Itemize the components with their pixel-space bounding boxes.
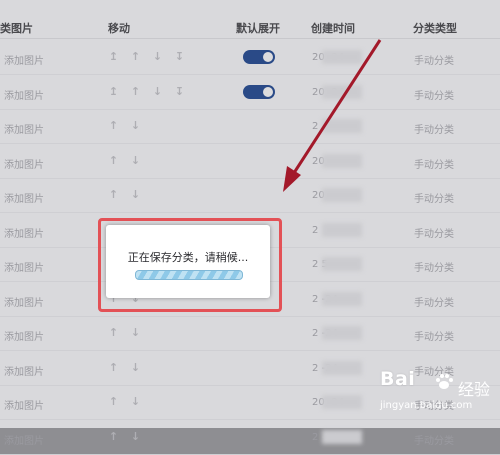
move-down-icon[interactable]: ↓ (130, 430, 141, 443)
paw-icon (436, 374, 453, 389)
add-image-link[interactable]: 添加图片 (4, 397, 44, 412)
add-image-link[interactable]: 添加图片 (4, 294, 44, 309)
move-controls: ↑↓ (108, 361, 152, 374)
category-type: 手动分类 (414, 194, 454, 205)
redacted-date (322, 188, 362, 202)
move-controls: ↑↓ (108, 430, 152, 443)
redacted-date (322, 50, 362, 64)
table-row: 添加图片↑↓2 -24手动分类 (0, 316, 500, 351)
add-image-link[interactable]: 添加图片 (4, 363, 44, 378)
add-image-link[interactable]: 添加图片 (4, 121, 44, 136)
move-down-icon[interactable]: ↓ (130, 188, 141, 201)
move-down-icon[interactable]: ↓ (152, 50, 163, 63)
default-expand-toggle[interactable] (243, 50, 275, 64)
progress-bar (135, 270, 243, 280)
add-image-link[interactable]: 添加图片 (4, 328, 44, 343)
table-header: 类图片 移动 默认展开 创建时间 分类类型 (0, 0, 500, 39)
redacted-date (322, 429, 362, 444)
category-type: 手动分类 (414, 56, 454, 67)
move-up-icon[interactable]: ↑ (108, 395, 119, 408)
category-type: 手动分类 (414, 435, 454, 447)
move-controls: ↥ ↑ ↓ ↧ (108, 85, 196, 98)
redacted-date (322, 84, 362, 99)
move-up-icon[interactable]: ↑ (108, 326, 119, 339)
redacted-date (322, 257, 362, 271)
move-up-icon[interactable]: ↑ (130, 50, 141, 63)
move-up-icon[interactable]: ↑ (108, 119, 119, 132)
category-type: 手动分类 (414, 90, 454, 102)
redacted-date (322, 119, 362, 133)
move-bottom-icon[interactable]: ↧ (174, 85, 185, 98)
default-expand-toggle[interactable] (243, 84, 275, 99)
category-type: 手动分类 (414, 263, 454, 274)
header-created: 创建时间 (311, 22, 355, 35)
add-image-link[interactable]: 添加图片 (4, 190, 44, 205)
header-type: 分类类型 (413, 22, 457, 35)
category-type: 手动分类 (414, 125, 454, 136)
category-table: 类图片 移动 默认展开 创建时间 分类类型 添加图片↥↑↓↧20 -24手动分类… (0, 0, 500, 455)
add-image-link[interactable]: 添加图片 (4, 156, 44, 171)
move-up-icon[interactable]: ↑ (108, 361, 119, 374)
baidu-watermark: Bai 经验 jingyan.baidu.com (380, 368, 500, 428)
watermark-logo-suffix: 经验 (458, 380, 491, 399)
move-controls: ↑↓ (108, 119, 152, 132)
saving-dialog: 正在保存分类，请稍候... (106, 225, 270, 298)
category-type: 手动分类 (414, 228, 454, 240)
move-down-icon[interactable]: ↓ (130, 361, 141, 374)
move-down-icon[interactable]: ↓ (130, 154, 141, 167)
add-image-link[interactable]: 添加图片 (4, 52, 44, 67)
table-row: 添加图片↥↑↓↧20 -24手动分类 (0, 40, 500, 75)
move-top-icon[interactable]: ↥ (108, 50, 119, 63)
created-time: 2 (312, 224, 319, 236)
saving-message: 正在保存分类，请稍候... (127, 251, 249, 264)
watermark-url: jingyan.baidu.com (380, 400, 473, 411)
move-down-icon[interactable]: ↓ (152, 85, 163, 98)
created-time: 2 (312, 121, 319, 132)
table-row: 添加图片↑↓2手动分类 (0, 109, 500, 144)
category-type: 手动分类 (414, 332, 454, 343)
add-image-link[interactable]: 添加图片 (4, 87, 44, 102)
move-bottom-icon[interactable]: ↧ (174, 50, 185, 63)
category-type: 手动分类 (414, 297, 454, 309)
toggle-knob (263, 86, 273, 97)
move-down-icon[interactable]: ↓ (130, 119, 141, 132)
redacted-date (322, 360, 362, 375)
redacted-date (322, 326, 362, 340)
move-controls: ↑↓ (108, 395, 152, 408)
header-move: 移动 (108, 22, 130, 35)
move-controls: ↑↓ (108, 154, 152, 167)
redacted-date (322, 222, 362, 237)
add-image-link[interactable]: 添加图片 (4, 225, 44, 240)
table-row: 添加图片 ↑ ↓ 20 手动分类 (0, 144, 500, 179)
table-row: 添加图片↥↑↓↧20 -24手动分类 (0, 75, 500, 110)
watermark-logo: Bai (380, 368, 416, 390)
header-default-expand: 默认展开 (236, 22, 280, 35)
add-image-link[interactable]: 添加图片 (4, 432, 44, 447)
toggle-knob (263, 52, 273, 62)
redacted-date (322, 291, 362, 306)
table-row: 添加图片 ↑ ↓ 20 手动分类 (0, 178, 500, 213)
move-up-icon[interactable]: ↑ (130, 85, 141, 98)
move-up-icon[interactable]: ↑ (108, 430, 119, 443)
add-image-link[interactable]: 添加图片 (4, 259, 44, 274)
header-image: 类图片 (0, 22, 33, 35)
move-down-icon[interactable]: ↓ (130, 395, 141, 408)
move-controls: ↑↓ (108, 188, 152, 201)
redacted-date (322, 395, 362, 409)
move-controls: ↑↓ (108, 326, 152, 339)
move-top-icon[interactable]: ↥ (108, 85, 119, 98)
move-controls: ↥ ↑ ↓ ↧ (108, 50, 196, 63)
category-type: 手动分类 (414, 159, 454, 171)
move-up-icon[interactable]: ↑ (108, 188, 119, 201)
redacted-date (322, 153, 362, 168)
move-up-icon[interactable]: ↑ (108, 154, 119, 167)
move-down-icon[interactable]: ↓ (130, 326, 141, 339)
